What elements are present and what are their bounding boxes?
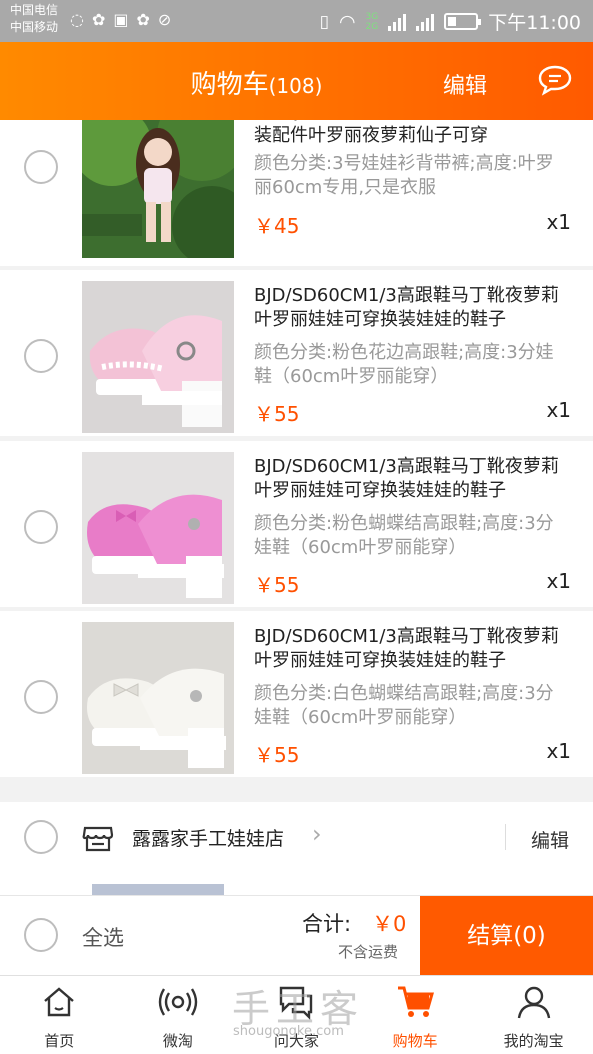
item-variant[interactable]: 颜色分类:粉色花边高跟鞋;高度:3分娃鞋（60cm叶罗丽能穿） — [254, 341, 564, 389]
vibrate-icon: ▯ — [319, 11, 329, 32]
network-type: 3G 2G — [366, 12, 379, 32]
item-title[interactable]: BJD/SD60CM1/3高跟鞋马丁靴夜萝莉叶罗丽娃娃可穿换装娃娃的鞋子 — [254, 455, 574, 503]
status-bar: 中国电信 中国移动 ◌ ✿ ▣ ✿ ⊘ ▯ ◠ 3G 2G 下午11:00 — [0, 0, 593, 42]
item-quantity: x1 — [546, 398, 571, 422]
item-quantity: x1 — [546, 210, 571, 234]
product-thumbnail[interactable] — [92, 884, 224, 895]
signal-icon — [388, 13, 407, 31]
tab-cart[interactable]: 购物车 — [356, 976, 475, 1054]
tab-weitao[interactable]: 微淘 — [119, 976, 238, 1054]
cart-count: (108) — [268, 74, 323, 98]
cart-item-partial[interactable] — [0, 872, 593, 895]
carrier-2: 中国移动 — [10, 20, 59, 34]
item-price: ￥45 — [254, 214, 300, 238]
checkout-button[interactable]: 结算(0) — [420, 896, 593, 976]
cart-item[interactable]: BJD/SD60CM1/3高跟鞋马丁靴夜萝莉叶罗丽娃娃可穿换装娃娃的鞋子 颜色分… — [0, 611, 593, 777]
cart-item[interactable]: BJD/SD60CM1/3高跟鞋马丁靴夜萝莉叶罗丽娃娃可穿换装娃娃的鞋子 颜色分… — [0, 270, 593, 436]
carrier-info: 中国电信 中国移动 — [10, 2, 58, 36]
store-icon — [82, 826, 114, 852]
cart-icon — [398, 986, 435, 1017]
shop-edit-button[interactable]: 编辑 — [531, 826, 569, 853]
product-thumbnail[interactable] — [82, 452, 234, 604]
cart-list[interactable]: 3分bjd娃娃衣服60CM古装关节女娃换装配件叶罗丽夜萝莉仙子可穿 颜色分类:3… — [0, 120, 593, 895]
message-notification-icon: ◌ — [70, 10, 84, 29]
cart-header: 购物车(108) 编辑 — [0, 42, 593, 120]
item-select-radio[interactable] — [24, 680, 58, 714]
cart-item[interactable]: 3分bjd娃娃衣服60CM古装关节女娃换装配件叶罗丽夜萝莉仙子可穿 颜色分类:3… — [0, 120, 593, 266]
network-type-1: 3G — [365, 11, 379, 22]
chat-bubble-icon[interactable] — [537, 64, 573, 96]
home-icon — [44, 987, 75, 1017]
carrier-1: 中国电信 — [10, 3, 59, 17]
signal-icon-2 — [416, 13, 435, 31]
item-select-radio[interactable] — [24, 510, 58, 544]
item-quantity: x1 — [546, 739, 571, 763]
item-title[interactable]: BJD/SD60CM1/3高跟鞋马丁靴夜萝莉叶罗丽娃娃可穿换装娃娃的鞋子 — [254, 284, 574, 332]
tab-label: 微淘 — [162, 1032, 193, 1050]
person-icon — [517, 986, 550, 1019]
gallery-icon: ▣ — [113, 10, 129, 29]
product-thumbnail[interactable] — [82, 120, 234, 258]
tab-my-taobao[interactable]: 我的淘宝 — [474, 976, 593, 1054]
select-all-radio[interactable] — [24, 918, 58, 952]
item-title[interactable]: BJD/SD60CM1/3高跟鞋马丁靴夜萝莉叶罗丽娃娃可穿换装娃娃的鞋子 — [254, 625, 574, 673]
tab-label: 购物车 — [392, 1032, 438, 1050]
wechat-icon: ✿ — [91, 10, 106, 29]
item-price: ￥55 — [254, 402, 300, 426]
select-all-label[interactable]: 全选 — [82, 922, 124, 952]
item-variant[interactable]: 颜色分类:白色蝴蝶结高跟鞋;高度:3分娃鞋（60cm叶罗丽能穿） — [254, 682, 564, 730]
broadcast-icon — [158, 988, 198, 1016]
battery-icon — [444, 13, 482, 30]
shop-select-radio[interactable] — [24, 820, 58, 854]
item-variant[interactable]: 颜色分类:粉色蝴蝶结高跟鞋;高度:3分娃鞋（60cm叶罗丽能穿） — [254, 512, 564, 560]
shipping-note: 不含运费 — [338, 943, 399, 961]
blocked-icon: ⊘ — [157, 10, 172, 29]
item-variant[interactable]: 颜色分类:3号娃娃衫背带裤;高度:叶罗丽60cm专用,只是衣服 — [254, 152, 564, 200]
item-quantity: x1 — [546, 569, 571, 593]
item-price: ￥55 — [254, 743, 300, 767]
divider — [505, 824, 506, 850]
product-thumbnail[interactable] — [82, 281, 234, 433]
wifi-icon: ◠ — [338, 10, 356, 33]
cart-item[interactable]: BJD/SD60CM1/3高跟鞋马丁靴夜萝莉叶罗丽娃娃可穿换装娃娃的鞋子 颜色分… — [0, 441, 593, 607]
checkout-bar: 全选 合计: ￥0 不含运费 结算(0) — [0, 895, 593, 976]
watermark-url: shougongke.com — [233, 1024, 344, 1039]
wechat-icon-2: ✿ — [136, 10, 150, 29]
status-right: ▯ ◠ 3G 2G 下午11:00 — [320, 8, 581, 35]
item-price: ￥55 — [254, 573, 300, 597]
tab-home[interactable]: 首页 — [0, 976, 119, 1054]
network-type-2: 2G — [365, 21, 379, 32]
total-label: 合计: — [302, 912, 352, 936]
tab-label: 我的淘宝 — [503, 1032, 564, 1050]
page-title: 购物车(108) — [0, 64, 593, 101]
total-value: ￥0 — [372, 912, 407, 936]
clock: 下午11:00 — [488, 12, 581, 34]
item-title[interactable]: 3分bjd娃娃衣服60CM古装关节女娃换装配件叶罗丽夜萝莉仙子可穿 — [254, 120, 574, 148]
notification-icons: ◌ ✿ ▣ ✿ ⊘ — [70, 10, 171, 29]
item-select-radio[interactable] — [24, 150, 58, 184]
shop-name[interactable]: 露露家手工娃娃店 — [132, 824, 284, 851]
shop-header[interactable]: 露露家手工娃娃店 › 编辑 — [0, 802, 593, 872]
chevron-right-icon[interactable]: › — [312, 820, 322, 848]
tab-label: 首页 — [44, 1032, 75, 1050]
title-text: 购物车 — [190, 70, 269, 100]
header-edit-button[interactable]: 编辑 — [443, 68, 487, 100]
item-select-radio[interactable] — [24, 339, 58, 373]
product-thumbnail[interactable] — [82, 622, 234, 774]
